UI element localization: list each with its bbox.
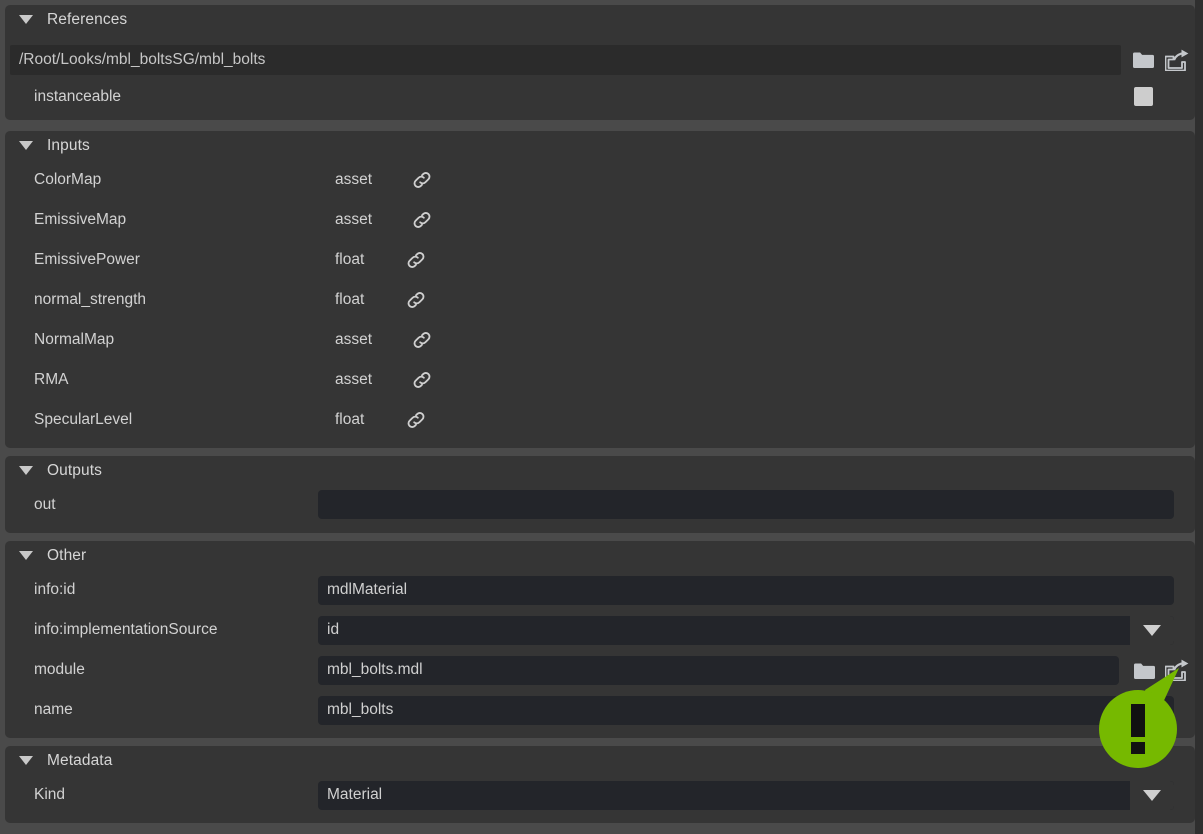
kind-value: Material <box>327 786 383 803</box>
input-row: NormalMap asset <box>5 320 1195 360</box>
chain-link-icon[interactable] <box>405 249 427 271</box>
other-section-header[interactable]: Other <box>5 541 1195 570</box>
references-panel: References /Root/Looks/mbl_boltsSG/mbl_b… <box>5 5 1195 120</box>
input-name-label: SpecularLevel <box>34 411 133 428</box>
instanceable-label: instanceable <box>34 88 122 105</box>
metadata-name-label: Kind <box>34 786 66 803</box>
input-row: EmissivePower float <box>5 240 1195 280</box>
chain-link-icon[interactable] <box>411 369 433 391</box>
references-section-header[interactable]: References <box>5 5 1195 34</box>
open-external-icon <box>1165 49 1189 71</box>
input-type-label: asset <box>335 171 373 188</box>
input-name-label: normal_strength <box>34 291 147 308</box>
open-external-icon <box>1165 659 1189 681</box>
other-section-title: Other <box>47 546 87 564</box>
folder-icon <box>1133 52 1154 68</box>
input-name-label: ColorMap <box>34 171 102 188</box>
info-id-field[interactable]: mdlMaterial <box>318 575 1174 605</box>
module-folder-button[interactable] <box>1132 659 1156 683</box>
other-row-name: name mbl_bolts <box>5 690 1195 730</box>
outputs-section-title: Outputs <box>47 461 102 479</box>
input-type-label: float <box>335 291 365 308</box>
input-name-label: NormalMap <box>34 331 115 348</box>
instanceable-row: instanceable <box>5 77 1195 117</box>
module-open-external-button[interactable] <box>1165 658 1189 682</box>
instanceable-checkbox[interactable] <box>1134 87 1153 106</box>
metadata-section-title: Metadata <box>47 751 113 769</box>
other-name-label: info:implementationSource <box>34 621 218 638</box>
input-name-label: RMA <box>34 371 69 388</box>
input-row: ColorMap asset <box>5 160 1195 200</box>
other-row-module: module mbl_bolts.mdl <box>5 650 1195 690</box>
other-name-label: module <box>34 661 85 678</box>
inputs-section-header[interactable]: Inputs <box>5 131 1195 160</box>
reference-path-field[interactable]: /Root/Looks/mbl_boltsSG/mbl_bolts <box>10 45 1121 75</box>
input-row: RMA asset <box>5 360 1195 400</box>
input-row: SpecularLevel float <box>5 400 1195 440</box>
folder-icon <box>1134 663 1155 679</box>
metadata-section-header[interactable]: Metadata <box>5 746 1195 775</box>
metadata-panel: Metadata Kind Material <box>5 746 1195 823</box>
caret-down-icon[interactable] <box>19 466 33 475</box>
output-value-field[interactable] <box>318 490 1174 519</box>
implementation-source-value: id <box>327 621 340 638</box>
implementation-source-dropdown[interactable]: id <box>318 615 1174 645</box>
chain-link-icon[interactable] <box>411 169 433 191</box>
module-field[interactable]: mbl_bolts.mdl <box>318 655 1119 685</box>
output-row: out <box>5 485 1195 525</box>
output-name-label: out <box>34 496 56 513</box>
other-name-label: name <box>34 701 73 718</box>
outputs-section-header[interactable]: Outputs <box>5 456 1195 485</box>
caret-down-icon[interactable] <box>19 756 33 765</box>
caret-down-icon[interactable] <box>19 551 33 560</box>
input-row: EmissiveMap asset <box>5 200 1195 240</box>
metadata-row-kind: Kind Material <box>5 775 1195 815</box>
inputs-panel: Inputs ColorMap asset EmissiveMap asset <box>5 131 1195 448</box>
chain-link-icon[interactable] <box>405 409 427 431</box>
other-row-info-id: info:id mdlMaterial <box>5 570 1195 610</box>
input-type-label: float <box>335 411 365 428</box>
input-name-label: EmissivePower <box>34 251 140 268</box>
input-type-label: asset <box>335 371 373 388</box>
chain-link-icon[interactable] <box>411 329 433 351</box>
chain-link-icon[interactable] <box>405 289 427 311</box>
caret-down-icon[interactable] <box>19 141 33 150</box>
input-type-label: float <box>335 251 365 268</box>
chain-link-icon[interactable] <box>411 209 433 231</box>
input-type-label: asset <box>335 331 373 348</box>
name-field[interactable]: mbl_bolts <box>318 695 1174 725</box>
other-row-implementation-source: info:implementationSource id <box>5 610 1195 650</box>
property-panel-root: References /Root/Looks/mbl_boltsSG/mbl_b… <box>0 0 1203 834</box>
chevron-down-icon[interactable] <box>1130 780 1174 810</box>
other-name-label: info:id <box>34 581 76 598</box>
input-type-label: asset <box>335 211 373 228</box>
input-row: normal_strength float <box>5 280 1195 320</box>
other-panel: Other info:id mdlMaterial info:implement… <box>5 541 1195 738</box>
caret-down-icon[interactable] <box>19 15 33 24</box>
chevron-down-icon[interactable] <box>1130 615 1174 645</box>
inputs-section-title: Inputs <box>47 136 90 154</box>
kind-dropdown[interactable]: Material <box>318 780 1174 810</box>
outputs-panel: Outputs out <box>5 456 1195 533</box>
right-edge-strip <box>1195 0 1203 834</box>
references-section-title: References <box>47 10 128 28</box>
input-name-label: EmissiveMap <box>34 211 127 228</box>
reference-folder-button[interactable] <box>1131 48 1155 72</box>
reference-open-external-button[interactable] <box>1165 48 1189 72</box>
